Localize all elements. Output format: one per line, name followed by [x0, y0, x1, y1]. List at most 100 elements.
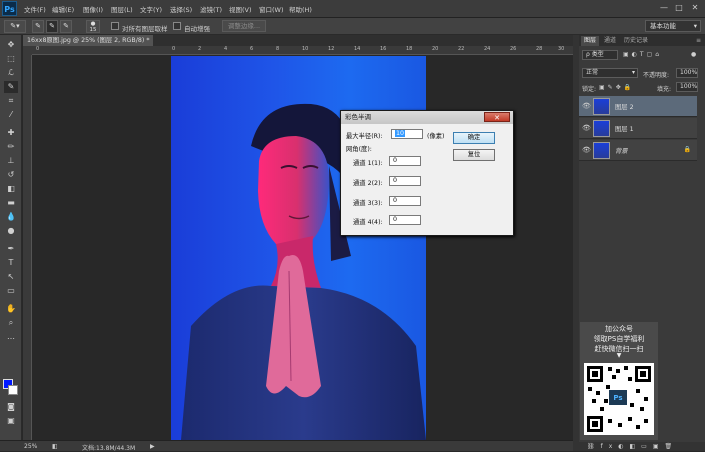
- vertical-ruler: [23, 55, 32, 440]
- minimize-icon[interactable]: —: [657, 2, 671, 14]
- menu-view[interactable]: 视图(V): [229, 4, 252, 14]
- auto-enhance-checkbox[interactable]: [173, 22, 181, 30]
- layer-filter-select[interactable]: ρ 类型: [582, 50, 618, 60]
- type-tool-icon[interactable]: T: [4, 257, 18, 269]
- blend-mode-value: 正常: [586, 69, 599, 76]
- background-color-swatch[interactable]: [8, 385, 18, 395]
- brush-size-picker[interactable]: ● 15: [86, 20, 100, 33]
- status-menu-arrow-icon[interactable]: ▶: [150, 443, 155, 450]
- path-selection-tool-icon[interactable]: ↖: [4, 271, 18, 283]
- tab-layers[interactable]: 图层: [581, 36, 600, 46]
- screen-angles-label: 网角(度):: [346, 146, 372, 153]
- brush-tool-icon[interactable]: ✏: [4, 141, 18, 153]
- eyedropper-tool-icon[interactable]: ⁄: [4, 109, 18, 121]
- hand-tool-icon[interactable]: ✋: [4, 303, 18, 315]
- blend-mode-select[interactable]: 正常 ▾: [582, 68, 638, 78]
- eraser-tool-icon[interactable]: ◧: [4, 183, 18, 195]
- quick-selection-tool-icon[interactable]: ✎: [4, 81, 18, 93]
- quick-mask-icon[interactable]: ◙: [4, 401, 18, 413]
- healing-brush-tool-icon[interactable]: ✚: [4, 127, 18, 139]
- channel-4-label: 通道 4(4):: [353, 219, 383, 226]
- adjust-edge-button[interactable]: 调整边缘...: [222, 20, 266, 32]
- blur-tool-icon[interactable]: 💧: [4, 211, 18, 223]
- ruler-tick: 10: [302, 46, 309, 52]
- menu-window[interactable]: 窗口(W): [259, 4, 284, 14]
- menu-bar: Ps 文件(F) 编辑(E) 图像(I) 图层(L) 文字(Y) 选择(S) 滤…: [0, 0, 705, 18]
- subtract-selection-icon[interactable]: ✎: [60, 20, 72, 33]
- channel-3-label: 通道 3(3):: [353, 200, 383, 207]
- layer-row[interactable]: 👁 图层 2: [579, 96, 697, 117]
- document-tab[interactable]: 16xx8原图.jpg @ 25% (图层 2, RGB/8) * ×: [23, 35, 160, 46]
- close-icon[interactable]: ✕: [688, 2, 702, 14]
- channel-3-input[interactable]: 0: [389, 196, 421, 206]
- layer-row[interactable]: 👁 图层 1: [579, 118, 697, 139]
- menu-file[interactable]: 文件(F): [24, 4, 46, 14]
- lock-icons[interactable]: ▣✎✥🔒: [599, 84, 634, 91]
- maximize-icon[interactable]: □: [672, 2, 686, 14]
- menu-select[interactable]: 选择(S): [170, 4, 192, 14]
- screen-mode-icon[interactable]: ▣: [4, 415, 18, 427]
- channel-4-input[interactable]: 0: [389, 215, 421, 225]
- sample-all-layers-checkbox[interactable]: [111, 22, 119, 30]
- add-to-selection-icon[interactable]: ✎: [46, 20, 58, 33]
- ruler-tick: 2: [198, 46, 202, 52]
- dialog-close-button[interactable]: ✕: [484, 112, 510, 122]
- lasso-tool-icon[interactable]: ℒ: [4, 67, 18, 79]
- gradient-tool-icon[interactable]: ▬: [4, 197, 18, 209]
- ruler-tick: 22: [458, 46, 465, 52]
- opacity-input[interactable]: 100%: [676, 68, 698, 78]
- menu-filter[interactable]: 滤镜(T): [200, 4, 222, 14]
- ruler-tick: 4: [224, 46, 228, 52]
- menu-help[interactable]: 帮助(H): [289, 4, 312, 14]
- tools-panel: ✥ ⬚ ℒ ✎ ⌗ ⁄ ✚ ✏ ⊥ ↺ ◧ ▬ 💧 ● ✒ T ↖ ▭ ✋ ⌕ …: [0, 35, 22, 441]
- ruler-tick: 14: [354, 46, 361, 52]
- channel-2-label: 通道 2(2):: [353, 180, 383, 187]
- promo-line: 领取PS自学福利: [593, 335, 645, 343]
- layer-footer-icons[interactable]: ⛓fx◐◧▭▣🗑: [587, 443, 678, 450]
- quick-selection-tool-preset-icon[interactable]: ✎▾: [4, 20, 26, 33]
- pen-tool-icon[interactable]: ✒: [4, 243, 18, 255]
- layer-filter-row: ρ 类型 ▣◐T▢⌂ ●: [579, 48, 705, 62]
- eye-icon[interactable]: 👁: [582, 124, 591, 132]
- more-tools-icon[interactable]: …: [4, 331, 18, 343]
- tab-channels[interactable]: 通道: [601, 36, 619, 46]
- channel-1-input[interactable]: 0: [389, 156, 421, 166]
- crop-tool-icon[interactable]: ⌗: [4, 95, 18, 107]
- layer-name: 图层 1: [615, 126, 634, 133]
- filter-toggle-icon[interactable]: ●: [691, 51, 696, 58]
- layer-row[interactable]: 👁 背景 🔒: [579, 140, 697, 161]
- qr-ps-logo: Ps: [608, 389, 628, 406]
- brush-size-value: 15: [89, 27, 97, 33]
- ok-button[interactable]: 确定: [453, 132, 495, 144]
- tab-strip: [153, 35, 573, 46]
- promo-line: 加公众号: [605, 325, 633, 333]
- menu-edit[interactable]: 编辑(E): [52, 4, 74, 14]
- menu-image[interactable]: 图像(I): [83, 4, 103, 14]
- ruler-tick: 26: [510, 46, 517, 52]
- fill-input[interactable]: 100%: [676, 82, 698, 92]
- new-selection-icon[interactable]: ✎: [32, 20, 44, 33]
- workspace-select[interactable]: 基本功能 ▾: [645, 20, 701, 32]
- zoom-level[interactable]: 25%: [24, 443, 37, 450]
- tab-history[interactable]: 历史记录: [621, 36, 651, 46]
- panel-menu-icon[interactable]: ≡: [693, 36, 704, 46]
- rectangle-tool-icon[interactable]: ▭: [4, 285, 18, 297]
- history-brush-tool-icon[interactable]: ↺: [4, 169, 18, 181]
- menu-type[interactable]: 文字(Y): [140, 4, 162, 14]
- opacity-label: 不透明度:: [643, 72, 670, 79]
- eye-icon[interactable]: 👁: [582, 146, 591, 154]
- max-radius-input[interactable]: 10: [391, 129, 423, 139]
- dodge-tool-icon[interactable]: ●: [4, 225, 18, 237]
- menu-layer[interactable]: 图层(L): [111, 4, 133, 14]
- eye-icon[interactable]: 👁: [582, 102, 591, 110]
- blend-row: 正常 ▾ 不透明度: 100%: [579, 66, 705, 80]
- marquee-tool-icon[interactable]: ⬚: [4, 53, 18, 65]
- move-tool-icon[interactable]: ✥: [4, 39, 18, 51]
- filter-icons[interactable]: ▣◐T▢⌂: [623, 51, 662, 58]
- layer-thumbnail: [593, 142, 610, 159]
- reset-button[interactable]: 复位: [453, 149, 495, 161]
- zoom-tool-icon[interactable]: ⌕: [4, 317, 18, 329]
- clone-stamp-tool-icon[interactable]: ⊥: [4, 155, 18, 167]
- channel-2-input[interactable]: 0: [389, 176, 421, 186]
- layers-panel-tabs: 图层 通道 历史记录 ≡: [579, 35, 705, 46]
